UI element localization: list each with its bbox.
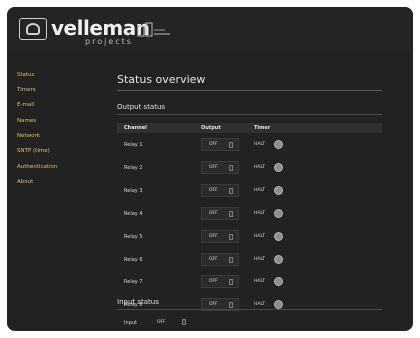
relay-timer-state: HALT: [254, 279, 266, 284]
relay-timer-state: HALT: [254, 142, 266, 147]
relay-row: Relay 1 OFF HALT: [117, 138, 382, 152]
column-output: Output: [201, 125, 221, 131]
relay-table-header: Channel Output Timer: [117, 123, 382, 133]
sidebar-item-email[interactable]: E-mail: [17, 101, 34, 109]
timer-button-icon[interactable]: [274, 140, 283, 149]
relay-label: Relay 3: [124, 188, 143, 194]
relay-output-toggle[interactable]: OFF: [201, 230, 239, 243]
relay-row: Relay 4 OFF HALT: [117, 207, 382, 221]
column-timer: Timer: [254, 125, 271, 131]
relay-timer-state: HALT: [254, 188, 266, 193]
timer-button-icon[interactable]: [274, 209, 283, 218]
toggle-knob-icon: [229, 302, 233, 308]
relay-row: Relay 6 OFF HALT: [117, 253, 382, 267]
relay-timer-state: HALT: [254, 257, 266, 262]
sidebar-item-sntp[interactable]: SNTP (time): [17, 147, 50, 155]
toggle-knob-icon: [229, 257, 233, 263]
toggle-knob-icon: [229, 279, 233, 285]
timer-button-icon[interactable]: [274, 277, 283, 286]
relay-timer-state: HALT: [254, 302, 266, 307]
header: velleman projects: [7, 7, 413, 53]
relay-output-toggle[interactable]: OFF: [201, 275, 239, 288]
title-divider: [117, 90, 382, 91]
relay-label: Relay 6: [124, 257, 143, 263]
column-channel: Channel: [124, 125, 147, 131]
toggle-knob-icon: [229, 142, 233, 148]
timer-button-icon[interactable]: [274, 232, 283, 241]
velleman-logo: velleman projects: [19, 16, 170, 48]
relay-output-toggle[interactable]: OFF: [201, 207, 239, 220]
relay-output-state: OFF: [209, 257, 218, 262]
relay-label: Relay 2: [124, 165, 143, 171]
timer-button-icon[interactable]: [274, 186, 283, 195]
sidebar-item-names[interactable]: Names: [17, 117, 36, 125]
sidebar-item-authentication[interactable]: Authentication: [17, 163, 57, 171]
toggle-knob-icon: [229, 234, 233, 240]
relay-output-state: OFF: [209, 302, 218, 307]
input-status-divider: [117, 309, 382, 310]
output-status-divider: [117, 114, 382, 115]
relay-label: Relay 1: [124, 142, 143, 148]
input-row: Input OFF: [117, 317, 382, 329]
toggle-knob-icon: [229, 165, 233, 171]
input-indicator-icon: [182, 319, 186, 325]
logo-illustration-icon: [137, 22, 170, 37]
input-state: OFF: [157, 320, 166, 325]
sidebar-item-status[interactable]: Status: [17, 71, 35, 79]
relay-row: Relay 3 OFF HALT: [117, 184, 382, 198]
relay-output-state: OFF: [209, 165, 218, 170]
relay-label: Relay 4: [124, 211, 143, 217]
sidebar-item-about[interactable]: About: [17, 178, 33, 186]
relay-output-state: OFF: [209, 234, 218, 239]
timer-button-icon[interactable]: [274, 255, 283, 264]
main-content: Status overview Output status Channel Ou…: [107, 53, 403, 331]
relay-output-state: OFF: [209, 211, 218, 216]
input-status-heading: Input status: [117, 298, 159, 306]
relay-output-toggle[interactable]: OFF: [201, 161, 239, 174]
timer-button-icon[interactable]: [274, 300, 283, 309]
relay-label: Relay 5: [124, 234, 143, 240]
sidebar-item-timers[interactable]: Timers: [17, 86, 36, 94]
logo-sub-text: projects: [85, 37, 133, 46]
relay-label: Relay 7: [124, 279, 143, 285]
relay-timer-state: HALT: [254, 211, 266, 216]
velleman-logo-icon: [19, 18, 47, 40]
relay-output-toggle[interactable]: OFF: [201, 253, 239, 266]
relay-timer-state: HALT: [254, 234, 266, 239]
relay-row: Relay 2 OFF HALT: [117, 161, 382, 175]
relay-output-state: OFF: [209, 188, 218, 193]
relay-output-toggle[interactable]: OFF: [201, 138, 239, 151]
page-title: Status overview: [117, 73, 206, 86]
relay-timer-state: HALT: [254, 165, 266, 170]
relay-output-toggle[interactable]: OFF: [201, 184, 239, 197]
toggle-knob-icon: [229, 211, 233, 217]
output-status-heading: Output status: [117, 103, 166, 111]
relay-output-state: OFF: [209, 142, 218, 147]
input-label: Input: [124, 320, 137, 326]
relay-row: Relay 7 OFF HALT: [117, 275, 382, 289]
timer-button-icon[interactable]: [274, 163, 283, 172]
toggle-knob-icon: [229, 188, 233, 194]
app-window: velleman projects Status Timers E-mail N…: [7, 7, 413, 331]
relay-row: Relay 5 OFF HALT: [117, 230, 382, 244]
sidebar-nav: Status Timers E-mail Names Network SNTP …: [7, 53, 99, 331]
sidebar-item-network[interactable]: Network: [17, 132, 40, 140]
relay-output-state: OFF: [209, 279, 218, 284]
